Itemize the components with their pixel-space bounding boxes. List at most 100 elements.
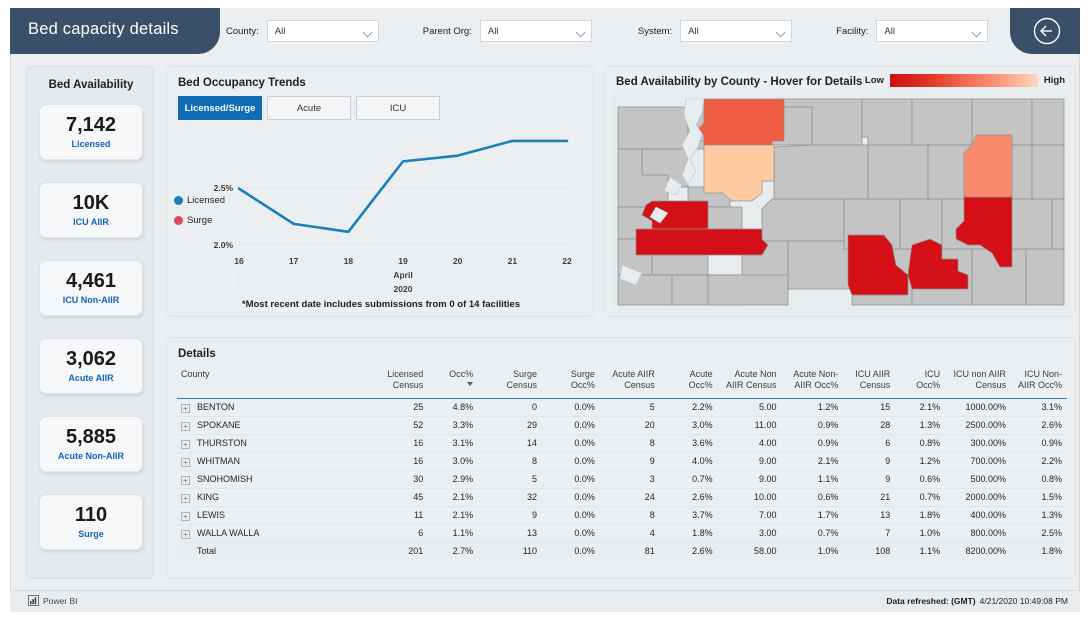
row-expander-icon[interactable]: +: [181, 421, 190, 431]
cell-acute-non-aiir-occ: 0.9%: [781, 434, 844, 453]
col-licensed-census[interactable]: Licensed Census: [376, 366, 429, 399]
kpi-card-surge[interactable]: 110 Surge: [39, 494, 143, 550]
back-button[interactable]: [1032, 16, 1062, 46]
table-row[interactable]: + WHITMAN 16 3.0% 8 0.0% 9 4.0% 9.00 2.1% 9 1.2% 700…: [177, 452, 1067, 471]
col-icu-non-aiir-census[interactable]: ICU non AIIR Census: [945, 366, 1012, 399]
cell-occ: 3.1%: [428, 434, 479, 453]
col-acute-non-aiir-census-label: Acute Non AIIR Census: [725, 369, 777, 391]
cell-acute-non-aiir-census: 11.00: [717, 416, 782, 435]
y-tick-label-0: 2.0%: [214, 240, 234, 250]
cell-acute-aiir-census: 4: [599, 524, 660, 543]
col-acute-non-aiir-census[interactable]: Acute Non AIIR Census: [717, 366, 782, 399]
table-total-row[interactable]: Total 201 2.7% 110 0.0% 81 2.6% 58.00 1.0% 108 1.1…: [177, 542, 1067, 559]
col-county[interactable]: County: [177, 366, 377, 399]
row-expander-icon[interactable]: +: [181, 529, 190, 539]
kpi-value-icu-aiir: 10K: [72, 192, 110, 214]
details-table-body: + BENTON 25 4.8% 0 0.0% 5 2.2% 5.00 1.2% 15 2.1% 100…: [177, 398, 1067, 559]
col-icu-aiir-census[interactable]: ICU AIIR Census: [843, 366, 896, 399]
row-expander-icon[interactable]: +: [181, 475, 190, 485]
kpi-value-icu-non-aiir: 4,461: [65, 270, 117, 292]
kpi-label-surge: Surge: [78, 529, 104, 539]
sort-desc-icon: [467, 382, 474, 387]
col-surge-occ[interactable]: Surge Occ%: [542, 366, 600, 399]
cell-acute-non-aiir-census: 3.00: [717, 524, 782, 543]
kpi-card-licensed[interactable]: 7,142 Licensed: [39, 104, 143, 160]
col-icu-aiir-census-label: ICU AIIR Census: [855, 369, 891, 391]
kpi-card-icu-aiir[interactable]: 10K ICU AIIR: [39, 182, 143, 238]
bed-occupancy-trends-panel: Bed Occupancy Trends Licensed/Surge Acut…: [166, 66, 594, 317]
filter-county-label: County:: [226, 25, 259, 37]
filter-parent-org-dropdown[interactable]: All: [479, 20, 592, 42]
col-icu-non-aiir-census-label: ICU non AIIR Census: [953, 369, 1007, 391]
col-acute-aiir-census-label: Acute AIIR Census: [612, 369, 655, 391]
filter-county-dropdown[interactable]: All: [266, 20, 379, 42]
cell-acute-occ: 2.2%: [659, 398, 718, 417]
filter-facility-value: All: [884, 25, 895, 37]
filter-parent-org-value: All: [487, 25, 499, 37]
cell-icu-non-aiir-occ: 0.8%: [1011, 470, 1067, 489]
kpi-card-icu-non-aiir[interactable]: 4,461 ICU Non-AIIR: [39, 260, 143, 316]
x-tick-label-6: 22: [562, 256, 572, 266]
cell-icu-aiir-census: 6: [843, 434, 896, 453]
kpi-label-licensed: Licensed: [71, 139, 111, 149]
row-expander-icon[interactable]: +: [181, 457, 190, 467]
col-occ-pct[interactable]: Occ%: [428, 366, 479, 399]
cell-icu-occ: 0.6%: [895, 470, 946, 489]
col-licensed-census-label: Licensed Census: [387, 369, 424, 391]
table-row[interactable]: + LEWIS 11 2.1% 9 0.0% 8 3.7% 7.00 1.7% 13 1.8% 400.…: [177, 506, 1067, 525]
cell-acute-non-aiir-census: 9.00: [717, 452, 782, 471]
kpi-value-acute-aiir: 3,062: [65, 348, 117, 370]
cell-icu-non-aiir-census: 1000.00%: [945, 398, 1012, 417]
cell-county: + WHITMAN: [177, 452, 377, 471]
cell-icu-non-aiir-census: 500.00%: [945, 470, 1012, 489]
table-row[interactable]: + THURSTON 16 3.1% 14 0.0% 8 3.6% 4.00 0.9% 6 0.8% 3…: [177, 434, 1067, 453]
filter-system-label: System:: [637, 25, 673, 37]
x-tick-label-3: 19: [398, 256, 408, 266]
col-icu-non-aiir-occ[interactable]: ICU Non-AIIR Occ%: [1011, 366, 1067, 399]
data-refreshed-status: Data refreshed: (GMT) 4/21/2020 10:49:08 …: [886, 596, 1068, 606]
cell-acute-non-aiir-occ: 1.2%: [781, 398, 844, 417]
cell-icu-non-aiir-occ: 1.5%: [1011, 488, 1067, 507]
cell-licensed-census: 16: [376, 452, 429, 471]
details-panel: Details County Licensed Census Occ% Surg…: [166, 337, 1076, 579]
cell-licensed-census: 25: [376, 398, 429, 417]
col-acute-non-aiir-occ-label: Acute Non-AIIR Occ%: [793, 369, 839, 391]
col-icu-occ[interactable]: ICU Occ%: [895, 366, 946, 399]
cell-surge-occ: 0.0%: [542, 542, 600, 559]
table-row[interactable]: + SPOKANE 52 3.3% 29 0.0% 20 3.0% 11.00 0.9% 28 1.3…: [177, 416, 1067, 435]
power-bi-brand[interactable]: Power BI: [28, 595, 78, 606]
col-acute-aiir-census[interactable]: Acute AIIR Census: [599, 366, 660, 399]
chart-footnote: *Most recent date includes submissions f…: [241, 299, 521, 310]
kpi-card-acute-aiir[interactable]: 3,062 Acute AIIR: [39, 338, 143, 394]
details-panel-title: Details: [178, 348, 216, 360]
table-row[interactable]: + WALLA WALLA 6 1.1% 13 0.0% 4 1.8% 3.00 0.7% 7 1.0…: [177, 524, 1067, 543]
data-refreshed-timestamp: 4/21/2020 10:49:08 PM: [979, 596, 1068, 606]
x-tick-label-2: 18: [344, 256, 354, 266]
filter-county[interactable]: County: All: [226, 20, 379, 42]
table-row[interactable]: + BENTON 25 4.8% 0 0.0% 5 2.2% 5.00 1.2% 15 2.1% 100…: [177, 398, 1067, 417]
kpi-card-acute-non-aiir[interactable]: 5,885 Acute Non-AIIR: [39, 416, 143, 472]
col-surge-census[interactable]: Surge Census: [478, 366, 543, 399]
cell-acute-occ: 2.6%: [659, 488, 718, 507]
cell-icu-occ: 2.1%: [895, 398, 946, 417]
col-acute-occ[interactable]: Acute Occ%: [659, 366, 718, 399]
row-expander-icon[interactable]: +: [181, 439, 190, 449]
row-expander-icon[interactable]: +: [181, 403, 190, 413]
filter-facility-dropdown[interactable]: All: [876, 20, 989, 42]
filter-parent-org[interactable]: Parent Org: All: [423, 20, 592, 42]
washington-county-map[interactable]: [612, 89, 1070, 311]
row-expander-icon[interactable]: +: [181, 493, 190, 503]
filter-facility[interactable]: Facility: All: [836, 20, 989, 42]
filter-system-dropdown[interactable]: All: [680, 20, 793, 42]
row-expander-icon[interactable]: +: [181, 511, 190, 521]
table-row[interactable]: + KING 45 2.1% 32 0.0% 24 2.6% 10.00 0.6% 21 0.7% 20…: [177, 488, 1067, 507]
cell-licensed-census: 30: [376, 470, 429, 489]
chevron-down-icon: [971, 27, 982, 38]
cell-icu-occ: 1.8%: [895, 506, 946, 525]
cell-county: + LEWIS: [177, 506, 377, 525]
col-acute-non-aiir-occ[interactable]: Acute Non-AIIR Occ%: [781, 366, 844, 399]
cell-occ: 2.9%: [428, 470, 479, 489]
table-row[interactable]: + SNOHOMISH 30 2.9% 5 0.0% 3 0.7% 9.00 1.1% 9 0.6% 5…: [177, 470, 1067, 489]
filter-system[interactable]: System: All: [637, 20, 793, 42]
cell-acute-aiir-census: 3: [599, 470, 660, 489]
